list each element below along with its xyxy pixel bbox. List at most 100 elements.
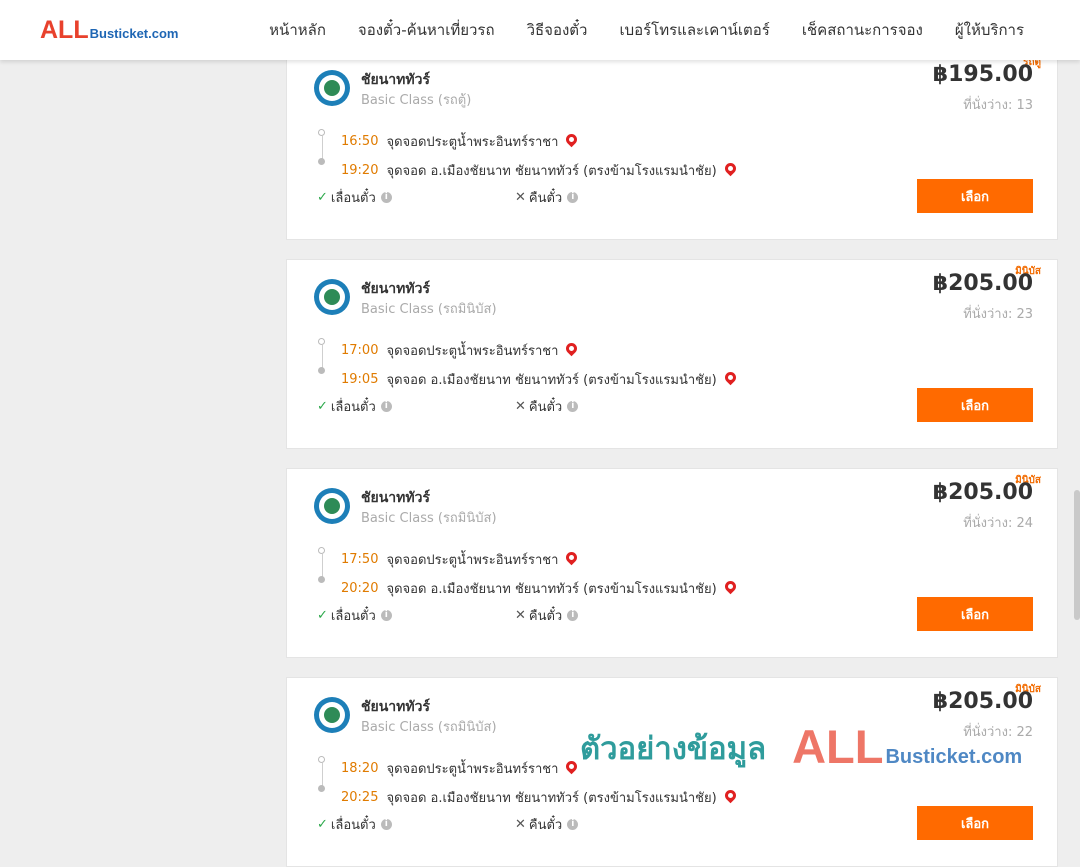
logo-busticket-text: Busticket.com: [89, 26, 179, 41]
arrive-time: 19:05: [341, 372, 379, 387]
arrive-time: 20:25: [341, 790, 379, 805]
nav-phone-counter[interactable]: เบอร์โทรและเคาน์เตอร์: [603, 18, 785, 42]
depart-time: 17:50: [341, 552, 379, 567]
select-trip-button[interactable]: เลือก: [917, 388, 1033, 422]
logo-all-text: ALL: [40, 16, 89, 44]
operator-name: ชัยนาททัวร์: [361, 281, 430, 297]
map-pin-icon[interactable]: [564, 340, 580, 357]
depart-place: จุดจอดประตูน้ำพระอินทร์ราชา: [386, 135, 559, 150]
ticket-price: ฿205.00: [932, 480, 1033, 505]
map-pin-icon[interactable]: [722, 787, 738, 804]
operator-logo: [314, 279, 350, 315]
reschedule-label: เลื่อนตั๋ว: [330, 818, 376, 833]
map-pin-icon[interactable]: [722, 578, 738, 595]
cross-icon: ✕: [515, 399, 526, 414]
refund-option: ✕ คืนตั๋ว i: [515, 605, 579, 626]
seats-available: ที่นั่งว่าง: 23: [963, 307, 1033, 322]
reschedule-label: เลื่อนตั๋ว: [330, 191, 376, 206]
reschedule-option: ✓ เลื่อนตั๋ว i: [317, 814, 392, 835]
trip-card: มินิบัส ชัยนาททัวร์ Basic Class (รถมินิบ…: [286, 677, 1058, 867]
sample-data-watermark: ตัวอย่างข้อมูล ALL Busticket.com: [580, 720, 1023, 773]
service-class: Basic Class (รถตู้): [361, 93, 472, 108]
depart-dot-icon: [318, 547, 325, 554]
info-icon[interactable]: i: [567, 401, 579, 412]
info-icon[interactable]: i: [380, 819, 392, 830]
nav-operators[interactable]: ผู้ให้บริการ: [939, 18, 1040, 42]
arrive-dot-icon: [318, 158, 325, 165]
depart-time: 17:00: [341, 343, 379, 358]
map-pin-icon[interactable]: [722, 369, 738, 386]
depart-place: จุดจอดประตูน้ำพระอินทร์ราชา: [386, 553, 559, 568]
nav-how-to-book[interactable]: วิธีจองตั๋ว: [511, 18, 604, 42]
arrive-place: จุดจอด อ.เมืองชัยนาท ชัยนาททัวร์ (ตรงข้า…: [386, 164, 717, 179]
refund-label: คืนตั๋ว: [528, 818, 563, 833]
trip-card: รถตู้ ชัยนาททัวร์ Basic Class (รถตู้) ฿1…: [286, 50, 1058, 240]
arrive-dot-icon: [318, 576, 325, 583]
refund-option: ✕ คืนตั๋ว i: [515, 814, 579, 835]
map-pin-icon[interactable]: [564, 758, 580, 775]
service-class: Basic Class (รถมินิบัส): [361, 511, 497, 526]
nav-home[interactable]: หน้าหลัก: [253, 18, 342, 42]
trip-card: มินิบัส ชัยนาททัวร์ Basic Class (รถมินิบ…: [286, 468, 1058, 658]
service-class: Basic Class (รถมินิบัส): [361, 720, 497, 735]
page-scrollbar[interactable]: [1074, 490, 1080, 620]
info-icon[interactable]: i: [380, 192, 392, 203]
reschedule-label: เลื่อนตั๋ว: [330, 400, 376, 415]
map-pin-icon[interactable]: [722, 160, 738, 177]
nav-book-search[interactable]: จองตั๋ว-ค้นหาเที่ยวรถ: [342, 18, 511, 42]
arrive-stop: 20:25 จุดจอด อ.เมืองชัยนาท ชัยนาททัวร์ (…: [341, 787, 738, 808]
refund-option: ✕ คืนตั๋ว i: [515, 187, 579, 208]
select-trip-button[interactable]: เลือก: [917, 179, 1033, 213]
ticket-price: ฿205.00: [932, 689, 1033, 714]
arrive-dot-icon: [318, 367, 325, 374]
refund-label: คืนตั๋ว: [528, 191, 563, 206]
operator-name: ชัยนาททัวร์: [361, 490, 430, 506]
arrive-time: 19:20: [341, 163, 379, 178]
depart-time: 16:50: [341, 134, 379, 149]
depart-stop: 17:00 จุดจอดประตูน้ำพระอินทร์ราชา: [341, 340, 580, 361]
site-logo[interactable]: ALL Busticket.com: [40, 16, 179, 44]
operator-name: ชัยนาททัวร์: [361, 72, 430, 88]
cross-icon: ✕: [515, 817, 526, 832]
reschedule-label: เลื่อนตั๋ว: [330, 609, 376, 624]
watermark-text: ตัวอย่างข้อมูล: [580, 731, 767, 767]
check-icon: ✓: [317, 190, 328, 205]
depart-place: จุดจอดประตูน้ำพระอินทร์ราชา: [386, 344, 559, 359]
refund-option: ✕ คืนตั๋ว i: [515, 396, 579, 417]
check-icon: ✓: [317, 399, 328, 414]
refund-label: คืนตั๋ว: [528, 609, 563, 624]
map-pin-icon[interactable]: [564, 549, 580, 566]
seats-available: ที่นั่งว่าง: 13: [963, 98, 1033, 113]
depart-stop: 16:50 จุดจอดประตูน้ำพระอินทร์ราชา: [341, 131, 580, 152]
watermark-logo-all: ALL: [792, 720, 884, 773]
arrive-stop: 19:20 จุดจอด อ.เมืองชัยนาท ชัยนาททัวร์ (…: [341, 160, 738, 181]
check-icon: ✓: [317, 608, 328, 623]
arrive-dot-icon: [318, 785, 325, 792]
reschedule-option: ✓ เลื่อนตั๋ว i: [317, 605, 392, 626]
reschedule-option: ✓ เลื่อนตั๋ว i: [317, 396, 392, 417]
info-icon[interactable]: i: [567, 192, 579, 203]
arrive-place: จุดจอด อ.เมืองชัยนาท ชัยนาททัวร์ (ตรงข้า…: [386, 582, 717, 597]
depart-place: จุดจอดประตูน้ำพระอินทร์ราชา: [386, 762, 559, 777]
depart-stop: 17:50 จุดจอดประตูน้ำพระอินทร์ราชา: [341, 549, 580, 570]
select-trip-button[interactable]: เลือก: [917, 806, 1033, 840]
depart-dot-icon: [318, 756, 325, 763]
info-icon[interactable]: i: [567, 610, 579, 621]
info-icon[interactable]: i: [567, 819, 579, 830]
depart-time: 18:20: [341, 761, 379, 776]
watermark-logo-busticket: Busticket.com: [885, 746, 1023, 768]
ticket-price: ฿195.00: [932, 62, 1033, 87]
select-trip-button[interactable]: เลือก: [917, 597, 1033, 631]
main-nav: หน้าหลัก จองตั๋ว-ค้นหาเที่ยวรถ วิธีจองตั…: [253, 0, 1040, 60]
site-header: ALL Busticket.com หน้าหลัก จองตั๋ว-ค้นหา…: [0, 0, 1080, 60]
operator-name: ชัยนาททัวร์: [361, 699, 430, 715]
info-icon[interactable]: i: [380, 401, 392, 412]
cross-icon: ✕: [515, 608, 526, 623]
map-pin-icon[interactable]: [564, 131, 580, 148]
nav-check-status[interactable]: เช็คสถานะการจอง: [786, 18, 939, 42]
seats-available: ที่นั่งว่าง: 24: [963, 516, 1033, 531]
arrive-stop: 19:05 จุดจอด อ.เมืองชัยนาท ชัยนาททัวร์ (…: [341, 369, 738, 390]
operator-logo: [314, 70, 350, 106]
check-icon: ✓: [317, 817, 328, 832]
info-icon[interactable]: i: [380, 610, 392, 621]
